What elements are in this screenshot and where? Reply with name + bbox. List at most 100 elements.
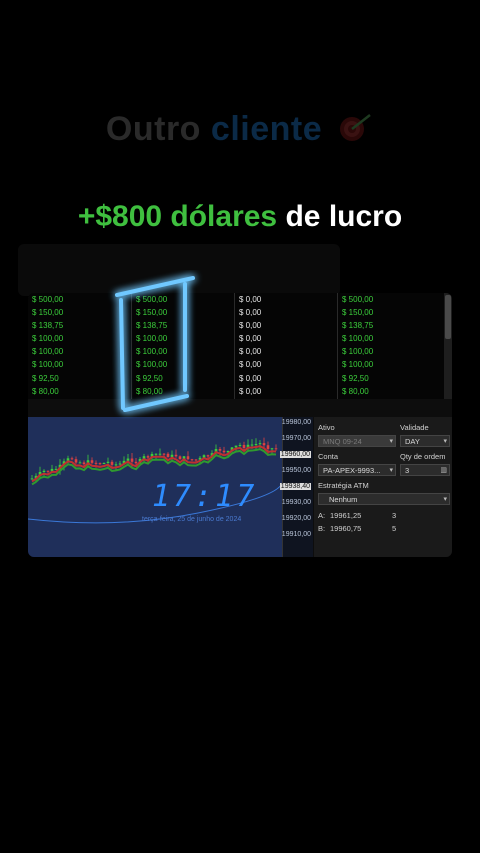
candle-body bbox=[190, 459, 194, 461]
price-tick-current: 19960,00 bbox=[279, 451, 311, 458]
candle-body bbox=[154, 453, 158, 455]
candle-body bbox=[222, 450, 226, 453]
ask-price: 19961,25 bbox=[330, 511, 362, 520]
chevron-down-icon: ▾ bbox=[389, 438, 393, 445]
candle-body bbox=[134, 461, 138, 464]
candle-body bbox=[98, 463, 102, 465]
chevron-down-icon: ▾ bbox=[443, 438, 447, 445]
order-entry-panel: Ativo Validade MNQ 09-24 ▾ DAY ▾ Conta Qty… bbox=[314, 417, 452, 557]
candle-body bbox=[270, 448, 274, 450]
candle-body bbox=[238, 444, 242, 446]
qty-label: Qty de ordem bbox=[400, 452, 446, 461]
price-tick: 19920,00 bbox=[281, 515, 311, 522]
chevron-down-icon: ▾ bbox=[389, 467, 393, 474]
price-tick: 19950,00 bbox=[281, 467, 311, 474]
candle-body bbox=[258, 443, 262, 445]
candle-body bbox=[218, 449, 222, 451]
candle-body bbox=[42, 470, 46, 473]
candle-body bbox=[274, 448, 278, 450]
headline-word-1: Outro bbox=[105, 110, 201, 148]
pnl-cell: $ 92,50 bbox=[342, 373, 369, 383]
candle-body bbox=[266, 445, 270, 449]
subheadline: +$800 dólares de lucro bbox=[0, 200, 480, 234]
pnl-grid: $ 500,00 $ 150,00 $ 138,75 $ 100,00 $ 10… bbox=[28, 293, 444, 399]
qty-stepper[interactable]: 3 ▥ bbox=[400, 464, 450, 476]
validade-label: Validade bbox=[400, 423, 429, 432]
pnl-cell: $ 0,00 bbox=[239, 360, 262, 370]
candle-body bbox=[30, 478, 34, 480]
pnl-cell: $ 0,00 bbox=[239, 347, 262, 357]
profit-amount: +$800 dólares bbox=[77, 200, 278, 233]
candle-body bbox=[130, 458, 134, 462]
price-tick: 19930,00 bbox=[281, 499, 311, 506]
candle-body bbox=[158, 453, 162, 455]
candle-body bbox=[118, 463, 122, 465]
candle-body bbox=[78, 462, 82, 464]
candle-body bbox=[250, 444, 254, 446]
ativo-label: Ativo bbox=[318, 423, 335, 432]
candle-body bbox=[178, 456, 182, 460]
candle-body bbox=[90, 460, 94, 463]
pnl-cell: $ 100,00 bbox=[342, 360, 374, 370]
candle-body bbox=[146, 456, 150, 458]
candle-body bbox=[94, 462, 98, 464]
neon-highlight-bracket bbox=[115, 276, 195, 412]
price-tick: 19910,00 bbox=[281, 531, 311, 538]
conta-label: Conta bbox=[318, 452, 339, 461]
candle-body bbox=[242, 444, 246, 449]
candle-body bbox=[110, 461, 114, 465]
ask-label: A: bbox=[318, 511, 326, 520]
pnl-cell: $ 100,00 bbox=[342, 347, 374, 357]
estrategia-select[interactable]: Nenhum ▾ bbox=[318, 493, 450, 505]
candle-body bbox=[70, 458, 74, 460]
clock-time: 17:17 bbox=[152, 479, 258, 514]
validade-select[interactable]: DAY ▾ bbox=[400, 435, 450, 447]
profit-suffix: de lucro bbox=[285, 200, 403, 233]
candle-body bbox=[186, 456, 190, 460]
pnl-column-3: $ 0,00 $ 0,00 $ 0,00 $ 0,00 $ 0,00 $ 0,0… bbox=[235, 293, 338, 399]
trading-screenshot: $ 500,00 $ 150,00 $ 138,75 $ 100,00 $ 10… bbox=[28, 293, 452, 557]
pnl-cell: $ 100,00 bbox=[342, 334, 374, 344]
candle-body bbox=[254, 444, 258, 446]
grid-scrollbar[interactable] bbox=[444, 293, 452, 399]
price-axis: 19980,00 19970,00 19960,00 19950,00 1993… bbox=[279, 417, 313, 557]
candle-body bbox=[194, 459, 198, 461]
price-tick: 19980,00 bbox=[281, 419, 311, 426]
price-tick-marker: 19938,40 bbox=[279, 483, 311, 490]
stepper-icon[interactable]: ▥ bbox=[440, 465, 447, 477]
candle-body bbox=[82, 462, 86, 465]
bid-label: B: bbox=[318, 524, 326, 533]
ativo-select[interactable]: MNQ 09-24 ▾ bbox=[318, 435, 396, 447]
candle-body bbox=[174, 454, 178, 457]
candle-body bbox=[102, 462, 106, 464]
chevron-down-icon: ▾ bbox=[443, 496, 447, 503]
pnl-cell: $ 0,00 bbox=[239, 386, 262, 396]
candle-body bbox=[74, 459, 78, 463]
pnl-cell: $ 0,00 bbox=[239, 321, 262, 331]
candle-body bbox=[262, 443, 266, 446]
candle-body bbox=[162, 453, 166, 455]
estrategia-label: Estratégia ATM bbox=[318, 481, 369, 490]
pnl-cell: $ 0,00 bbox=[239, 373, 262, 383]
headline: Outro cliente bbox=[0, 110, 480, 152]
pnl-cell: $ 80,00 bbox=[342, 386, 369, 396]
bid-qty: 5 bbox=[392, 524, 397, 533]
conta-select[interactable]: PA-APEX-9993... ▾ bbox=[318, 464, 396, 476]
pnl-cell: $ 0,00 bbox=[239, 308, 262, 318]
target-dart-icon bbox=[338, 111, 374, 152]
candle-body bbox=[166, 453, 170, 458]
pnl-cell: $ 138,75 bbox=[342, 321, 374, 331]
candle-body bbox=[114, 464, 118, 466]
candle-body bbox=[206, 455, 210, 457]
pnl-cell: $ 150,00 bbox=[342, 308, 374, 318]
pnl-column-4: $ 500,00 $ 150,00 $ 138,75 $ 100,00 $ 10… bbox=[338, 293, 443, 399]
pnl-cell: $ 500,00 bbox=[342, 295, 374, 304]
pnl-cell: $ 0,00 bbox=[239, 295, 262, 304]
headline-word-2: cliente bbox=[210, 110, 323, 148]
candle-body bbox=[234, 445, 238, 448]
pnl-cell: $ 0,00 bbox=[239, 334, 262, 344]
clock-date: terça-feira, 25 de junho de 2024 bbox=[142, 516, 242, 523]
candle-body bbox=[46, 470, 50, 472]
price-tick: 19970,00 bbox=[281, 435, 311, 442]
ask-qty: 3 bbox=[392, 511, 397, 520]
